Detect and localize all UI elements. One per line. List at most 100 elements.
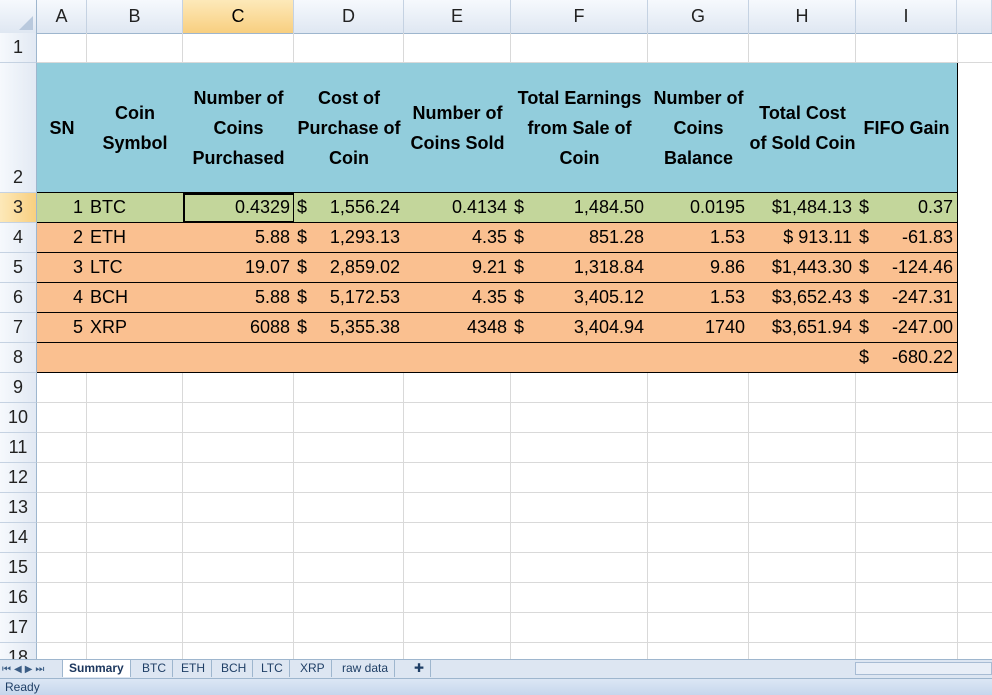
row-header-1[interactable]: 1 <box>0 33 37 63</box>
cell-total-cost-sold[interactable]: $ 913.11 <box>749 223 857 253</box>
tab-raw-data[interactable]: raw data <box>336 660 396 677</box>
cell-empty[interactable] <box>648 343 750 373</box>
cell-coins-purchased[interactable]: 6088 <box>183 313 295 343</box>
row-header-12[interactable]: 12 <box>0 463 37 493</box>
cell-coins-balance[interactable]: 0.0195 <box>648 193 750 223</box>
column-header-b[interactable]: B <box>87 0 183 33</box>
cell-coin-symbol[interactable]: BCH <box>87 283 184 313</box>
cell-fifo-gain[interactable]: $ -124.46 <box>856 253 958 283</box>
spreadsheet-grid[interactable]: A B C D E F G H I 1 2 3 4 5 6 7 8 9 10 1… <box>0 0 992 659</box>
cell-sn[interactable]: 5 <box>37 313 88 343</box>
column-header-h[interactable]: H <box>749 0 856 33</box>
cell-empty[interactable] <box>511 343 649 373</box>
row-header-9[interactable]: 9 <box>0 373 37 403</box>
cell-coins-purchased[interactable]: 5.88 <box>183 283 295 313</box>
header-total-cost-sold[interactable]: Total Cost of Sold Coin <box>749 63 857 193</box>
row-header-14[interactable]: 14 <box>0 523 37 553</box>
header-coins-balance[interactable]: Number of Coins Balance <box>648 63 750 193</box>
cell-sn[interactable]: 3 <box>37 253 88 283</box>
header-coins-purchased[interactable]: Number of Coins Purchased <box>183 63 295 193</box>
cell-coins-balance[interactable]: 1740 <box>648 313 750 343</box>
header-coin-symbol[interactable]: Coin Symbol <box>87 63 184 193</box>
cell-cost-of-purchase[interactable]: $2,859.02 <box>294 253 405 283</box>
cell-coins-balance[interactable]: 9.86 <box>648 253 750 283</box>
row-header-10[interactable]: 10 <box>0 403 37 433</box>
row-header-4[interactable]: 4 <box>0 223 37 253</box>
cell-empty[interactable] <box>183 343 295 373</box>
next-sheet-icon[interactable]: ▶ <box>25 664 33 675</box>
tab-xrp[interactable]: XRP <box>294 660 332 677</box>
cell-coins-sold[interactable]: 4348 <box>404 313 512 343</box>
cell-total-fifo-gain[interactable]: $ -680.22 <box>856 343 958 373</box>
header-fifo-gain[interactable]: FIFO Gain <box>856 63 958 193</box>
column-header-f[interactable]: F <box>511 0 648 33</box>
row-header-18[interactable]: 18 <box>0 643 37 659</box>
insert-sheet-icon[interactable]: ✚ <box>408 660 432 677</box>
tab-ltc[interactable]: LTC <box>255 660 290 677</box>
row-header-7[interactable]: 7 <box>0 313 37 343</box>
cell-total-cost-sold[interactable]: $1,484.13 <box>749 193 857 223</box>
row-header-15[interactable]: 15 <box>0 553 37 583</box>
cell-coins-balance[interactable]: 1.53 <box>648 223 750 253</box>
cell-empty[interactable] <box>87 343 184 373</box>
row-header-6[interactable]: 6 <box>0 283 37 313</box>
cell-coins-sold[interactable]: 9.21 <box>404 253 512 283</box>
row-header-5[interactable]: 5 <box>0 253 37 283</box>
cell-empty[interactable] <box>749 343 857 373</box>
row-header-17[interactable]: 17 <box>0 613 37 643</box>
cell-coin-symbol[interactable]: LTC <box>87 253 184 283</box>
cell-total-cost-sold[interactable]: $3,651.94 <box>749 313 857 343</box>
row-header-3[interactable]: 3 <box>0 193 37 223</box>
header-cost-of-purchase[interactable]: Cost of Purchase of Coin <box>294 63 405 193</box>
cell-total-cost-sold[interactable]: $1,443.30 <box>749 253 857 283</box>
cell-cost-of-purchase[interactable]: $5,355.38 <box>294 313 405 343</box>
cell-cost-of-purchase[interactable]: $5,172.53 <box>294 283 405 313</box>
cell-coins-balance[interactable]: 1.53 <box>648 283 750 313</box>
cell-total-earnings[interactable]: $1,318.84 <box>511 253 649 283</box>
column-header-e[interactable]: E <box>404 0 511 33</box>
cell-coin-symbol[interactable]: ETH <box>87 223 184 253</box>
cell-cost-of-purchase[interactable]: $1,556.24 <box>294 193 405 223</box>
row-header-13[interactable]: 13 <box>0 493 37 523</box>
cell-empty[interactable] <box>404 343 512 373</box>
cell-total-earnings[interactable]: $3,405.12 <box>511 283 649 313</box>
tab-eth[interactable]: ETH <box>175 660 212 677</box>
cell-fifo-gain[interactable]: $ -247.00 <box>856 313 958 343</box>
cell-coins-purchased-active[interactable]: 0.4329 <box>183 193 295 223</box>
cell-empty[interactable] <box>37 343 88 373</box>
header-total-earnings[interactable]: Total Earnings from Sale of Coin <box>511 63 649 193</box>
cell-coins-sold[interactable]: 0.4134 <box>404 193 512 223</box>
cell-fifo-gain[interactable]: $ -247.31 <box>856 283 958 313</box>
cell-coin-symbol[interactable]: XRP <box>87 313 184 343</box>
cell-total-cost-sold[interactable]: $3,652.43 <box>749 283 857 313</box>
column-header-c[interactable]: C <box>183 0 294 33</box>
column-header-j[interactable] <box>957 0 992 33</box>
cell-cost-of-purchase[interactable]: $1,293.13 <box>294 223 405 253</box>
cell-empty[interactable] <box>294 343 405 373</box>
cell-total-earnings[interactable]: $851.28 <box>511 223 649 253</box>
cell-coins-purchased[interactable]: 5.88 <box>183 223 295 253</box>
cell-total-earnings[interactable]: $1,484.50 <box>511 193 649 223</box>
cell-coins-purchased[interactable]: 19.07 <box>183 253 295 283</box>
row-header-8[interactable]: 8 <box>0 343 37 373</box>
last-sheet-icon[interactable]: ⏭ <box>35 664 44 675</box>
tab-summary[interactable]: Summary <box>62 660 131 677</box>
cell-coin-symbol[interactable]: BTC <box>87 193 184 223</box>
cell-total-earnings[interactable]: $3,404.94 <box>511 313 649 343</box>
cell-fifo-gain[interactable]: $ -61.83 <box>856 223 958 253</box>
select-all-corner[interactable] <box>0 0 37 33</box>
cell-sn[interactable]: 1 <box>37 193 88 223</box>
cell-sn[interactable]: 2 <box>37 223 88 253</box>
tab-btc[interactable]: BTC <box>136 660 173 677</box>
cell-coins-sold[interactable]: 4.35 <box>404 283 512 313</box>
column-header-d[interactable]: D <box>294 0 404 33</box>
cell-coins-sold[interactable]: 4.35 <box>404 223 512 253</box>
row-header-2[interactable]: 2 <box>0 63 37 193</box>
row-header-11[interactable]: 11 <box>0 433 37 463</box>
cell-fifo-gain[interactable]: $0.37 <box>856 193 958 223</box>
first-sheet-icon[interactable]: ⏮ <box>2 664 11 675</box>
header-coins-sold[interactable]: Number of Coins Sold <box>404 63 512 193</box>
cell-sn[interactable]: 4 <box>37 283 88 313</box>
header-sn[interactable]: SN <box>37 63 88 193</box>
column-header-a[interactable]: A <box>37 0 87 33</box>
